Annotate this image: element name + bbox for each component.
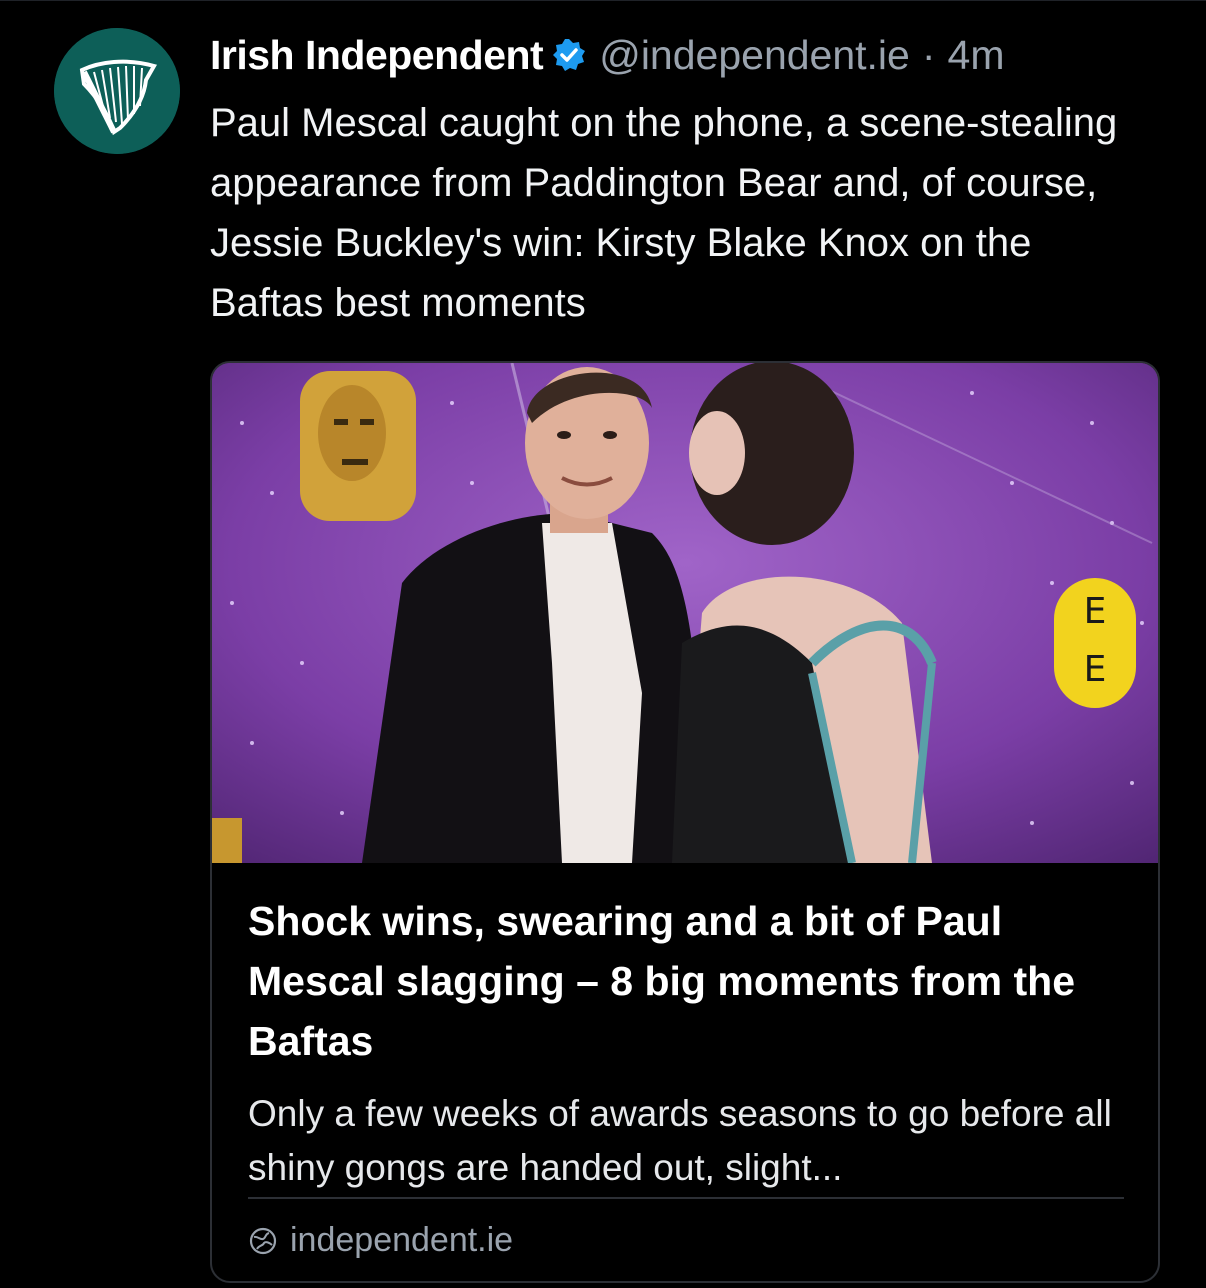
post-body: Irish Independent @independent.ie · 4m P… [210,29,1170,333]
verified-badge-icon [551,37,587,73]
post-text: Paul Mescal caught on the phone, a scene… [210,101,1118,325]
harp-logo-icon [54,28,180,154]
ee-letter-1: E [1084,591,1107,632]
globe-icon [248,1226,278,1256]
ee-letter-2: E [1084,649,1107,690]
link-card-source[interactable]: independent.ie [248,1221,513,1260]
link-card[interactable]: E E Shock wins, swearing and a bit of Pa… [210,361,1160,1283]
link-card-domain[interactable]: independent.ie [290,1221,513,1260]
link-card-description: Only a few weeks of awards seasons to go… [248,1093,1112,1188]
author-handle[interactable]: @independent.ie [599,32,910,79]
author-name[interactable]: Irish Independent [210,32,544,79]
link-card-title[interactable]: Shock wins, swearing and a bit of Paul M… [248,891,1126,1071]
post[interactable]: Irish Independent @independent.ie · 4m P… [0,0,1206,1288]
post-timestamp[interactable]: 4m [948,32,1005,79]
link-card-divider [248,1197,1124,1199]
avatar[interactable] [54,28,180,154]
link-card-text: Shock wins, swearing and a bit of Paul M… [248,891,1126,1195]
link-card-image: E E [212,363,1158,863]
post-header: Irish Independent @independent.ie · 4m [210,29,1170,81]
separator-dot: · [921,31,936,78]
